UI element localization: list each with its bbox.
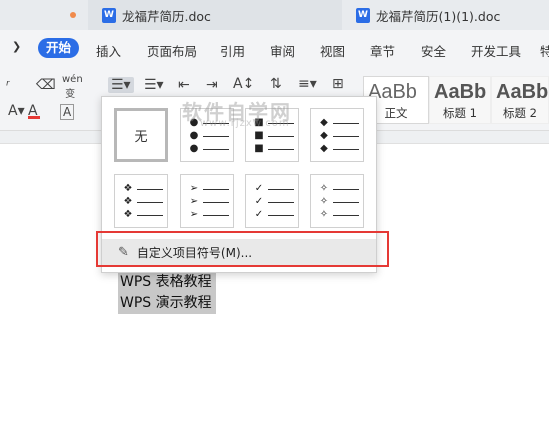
sort-icon[interactable]: ⇅ xyxy=(270,76,282,92)
tab-label: 龙福芹简历(1)(1).doc xyxy=(376,8,501,24)
menu-tab-section[interactable]: 章节 xyxy=(370,41,395,60)
increase-indent-icon[interactable]: ⇥ xyxy=(206,77,218,93)
superscript-icon[interactable]: ʳ xyxy=(6,78,10,94)
menu-tab-review[interactable]: 审阅 xyxy=(270,41,295,60)
menu-collapse-icon[interactable]: ❯ xyxy=(12,40,21,53)
menu-tab-view[interactable]: 视图 xyxy=(320,41,345,60)
unsaved-dot-icon xyxy=(70,12,76,18)
menu-tab-security[interactable]: 安全 xyxy=(421,41,446,60)
wps-writer-icon: W xyxy=(102,7,116,23)
char-shading-icon[interactable]: A xyxy=(60,104,75,120)
style-name: 标题 2 xyxy=(503,106,537,120)
style-heading-1[interactable]: AaBb 标题 1 xyxy=(429,76,491,124)
tab-bar: W 龙福芹简历.doc W 龙福芹简历(1)(1).doc xyxy=(0,0,549,30)
font-color-icon[interactable]: A xyxy=(28,103,40,119)
decrease-indent-icon[interactable]: ⇤ xyxy=(178,77,190,93)
bullet-style-arrow[interactable]: ➢ ➢ ➢ xyxy=(180,174,234,228)
table-border-icon[interactable]: ⊞ xyxy=(332,76,344,92)
style-sample: AaBb xyxy=(496,81,549,103)
watermark-url: www.rjzxw.com xyxy=(200,118,290,129)
menu-tab-layout[interactable]: 页面布局 xyxy=(147,41,197,60)
bullet-style-checkmark[interactable]: ✓ ✓ ✓ xyxy=(245,174,299,228)
menu-tab-insert[interactable]: 插入 xyxy=(96,41,121,60)
bullet-list-icon[interactable]: ☰▾ xyxy=(108,77,134,93)
menu-tab-special[interactable]: 特 xyxy=(540,41,549,60)
bullet-style-diamond[interactable]: ◆ ◆ ◆ xyxy=(310,108,364,162)
bullet-style-star[interactable]: ✧ ✧ ✧ xyxy=(310,174,364,228)
tab-document-2[interactable]: W 龙福芹简历(1)(1).doc xyxy=(342,0,549,30)
text-effect-icon[interactable]: A▾ xyxy=(8,103,25,119)
style-name: 标题 1 xyxy=(443,106,477,120)
bullet-style-none[interactable]: 无 xyxy=(114,108,168,162)
menu-tab-home[interactable]: 开始 xyxy=(38,38,79,58)
document-line: WPS 演示教程 xyxy=(118,292,216,314)
numbered-list-icon[interactable]: ☰▾ xyxy=(144,77,164,93)
style-heading-2[interactable]: AaBb 标题 2 xyxy=(491,76,549,124)
pinyin-label: wén xyxy=(62,74,83,85)
paragraph-spacing-icon[interactable]: ≡▾ xyxy=(298,76,317,92)
eraser-icon[interactable]: ⌫ xyxy=(36,77,56,93)
style-sample: AaBb xyxy=(434,81,487,103)
style-gallery: AaBb 正文 AaBb 标题 1 AaBb 标题 2 xyxy=(363,76,549,126)
wps-writer-icon: W xyxy=(356,7,370,23)
highlight-box xyxy=(96,231,389,267)
tab-label: 龙福芹简历.doc xyxy=(122,8,211,24)
font-size-icon[interactable]: A↕ xyxy=(233,76,254,92)
none-label: 无 xyxy=(134,129,148,145)
menu-tab-developer[interactable]: 开发工具 xyxy=(471,41,521,60)
pinyin-guide-icon[interactable]: wén 变 xyxy=(62,74,83,100)
menu-tab-references[interactable]: 引用 xyxy=(220,41,245,60)
tab-document-1[interactable]: W 龙福芹简历.doc xyxy=(88,0,342,30)
document-line: WPS 表格教程 xyxy=(118,271,216,293)
bullet-style-four-diamond[interactable]: ❖ ❖ ❖ xyxy=(114,174,168,228)
